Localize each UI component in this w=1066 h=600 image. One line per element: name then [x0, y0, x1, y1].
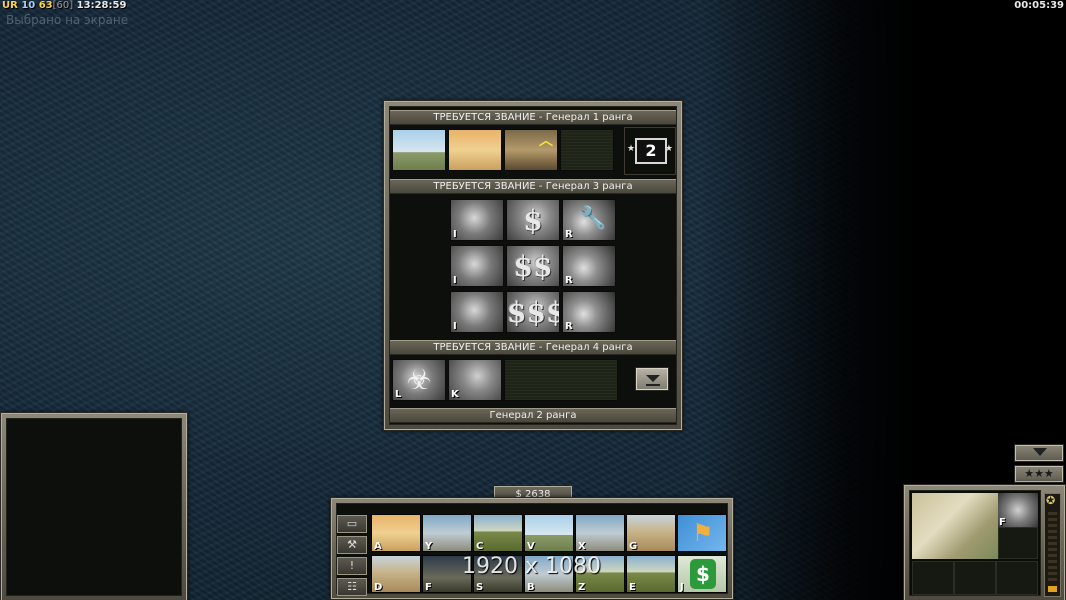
- upgrade-rank3-cash-3[interactable]: $$$: [506, 291, 560, 333]
- star-icon: ★: [627, 144, 636, 154]
- chevron-down-icon: [1033, 448, 1047, 456]
- rank3-section: I $ 🔧 R I $$ R I $$$ R: [390, 197, 676, 337]
- fps-cap: [60]: [52, 0, 74, 11]
- upgrade-slot-empty: [560, 129, 614, 171]
- alert-button[interactable]: !: [337, 557, 367, 575]
- stars-icon: ★★★: [1024, 467, 1054, 480]
- resolution-watermark: 1920 x 1080: [462, 554, 601, 579]
- sell-building-button[interactable]: $ J: [677, 555, 727, 593]
- dollar-icon: $: [690, 559, 716, 589]
- build-slot-empty: [954, 561, 996, 595]
- flag-icon: ⚑: [692, 519, 714, 547]
- level-value: 10: [21, 0, 36, 11]
- build-unit-g[interactable]: G: [626, 514, 676, 552]
- unit-info-inner: [6, 418, 182, 596]
- general-promotions-panel: ТРЕБУЕТСЯ ЗВАНИЕ - Генерал 1 ранга ︿ ★ 2…: [383, 100, 683, 431]
- structure-build-option[interactable]: F: [998, 493, 1038, 528]
- build-unit-c[interactable]: C: [473, 514, 523, 552]
- general-powers-button[interactable]: ★★★: [1014, 465, 1064, 483]
- minimap-viewport[interactable]: F: [909, 490, 1041, 596]
- upgrade-rank4-anthrax-bomb[interactable]: ☣ L: [392, 359, 446, 401]
- rank4-header: ТРЕБУЕТСЯ ЗВАНИЕ - Генерал 4 ранга: [390, 340, 676, 355]
- collapse-panel-button[interactable]: [635, 367, 669, 391]
- rank1-section: ︿ ★ 2 ★: [390, 127, 676, 177]
- power-meter: ✪: [1044, 493, 1061, 597]
- star-icon: ★: [664, 144, 673, 154]
- build-unit-e[interactable]: E: [626, 555, 676, 593]
- debug-status-bar: UR 10 63[60] 13:28:59: [2, 0, 126, 11]
- upgrade-rank3-cash-1[interactable]: $: [506, 199, 560, 241]
- minimap-panel: F ✪: [903, 484, 1066, 600]
- upgrade-rank3-repair-1[interactable]: 🔧 R: [562, 199, 616, 241]
- command-bar: ▭ ⚒ ! ☷ A Y C V X G ⚑ D F S B Z E $ J: [330, 497, 734, 600]
- dollar-icon: $: [523, 204, 543, 237]
- build-slot-empty: [912, 561, 954, 595]
- rank3-header: ТРЕБУЕТСЯ ЗВАНИЕ - Генерал 3 ранга: [390, 179, 676, 194]
- structure-portrait[interactable]: [912, 493, 998, 559]
- minimap-toggle-button[interactable]: [1014, 444, 1064, 462]
- upgrade-rank1-scud-launcher[interactable]: [392, 129, 446, 171]
- upgrade-rank3-infantry-1[interactable]: I: [450, 199, 504, 241]
- game-timer: 00:05:39: [1014, 0, 1064, 11]
- upgrade-rank3-cash-2[interactable]: $$: [506, 245, 560, 287]
- promotion-points-counter: ★ 2 ★: [624, 127, 676, 175]
- upgrade-rank3-infantry-2[interactable]: I: [450, 245, 504, 287]
- upgrade-slot-empty: [504, 359, 618, 401]
- wrench-icon: 🔧: [579, 206, 607, 231]
- selection-status: Выбрано на экране: [6, 13, 129, 27]
- unit-info-panel: [0, 412, 188, 600]
- build-slot-empty: [996, 561, 1038, 595]
- build-unit-d[interactable]: D: [371, 555, 421, 593]
- upgrade-rank3-repair-3[interactable]: R: [562, 291, 616, 333]
- repair-mode-button[interactable]: ⚒: [337, 536, 367, 554]
- dollar-icon: $$: [513, 250, 553, 283]
- chevron-up-icon: ︿: [539, 133, 553, 149]
- ur-label: UR: [2, 0, 18, 11]
- system-clock: 13:28:59: [76, 0, 127, 11]
- upgrade-rank1-supply-truck[interactable]: [448, 129, 502, 171]
- rank4-section: ☣ L K: [390, 357, 676, 407]
- rank1-header: ТРЕБУЕТСЯ ЗВАНИЕ - Генерал 1 ранга: [390, 110, 676, 125]
- upgrade-rank1-technical[interactable]: ︿: [504, 129, 558, 171]
- rally-point-flag[interactable]: ⚑: [677, 514, 727, 552]
- dollar-icon: $$$: [507, 296, 560, 329]
- upgrade-rank3-infantry-3[interactable]: I: [450, 291, 504, 333]
- build-unit-x[interactable]: X: [575, 514, 625, 552]
- upgrade-rank3-repair-2[interactable]: R: [562, 245, 616, 287]
- fps-value: 63: [38, 0, 53, 11]
- star-emblem-icon: ✪: [1046, 494, 1056, 507]
- build-unit-a[interactable]: A: [371, 514, 421, 552]
- build-unit-v[interactable]: V: [524, 514, 574, 552]
- build-unit-y[interactable]: Y: [422, 514, 472, 552]
- promotion-points-value: 2: [635, 138, 667, 164]
- current-rank-label: Генерал 2 ранга: [390, 408, 676, 423]
- build-slot-empty: [998, 527, 1038, 559]
- upgrade-rank4-sneak-attack[interactable]: K: [448, 359, 502, 401]
- select-all-button[interactable]: ▭: [337, 515, 367, 533]
- options-menu-button[interactable]: ☷: [337, 578, 367, 596]
